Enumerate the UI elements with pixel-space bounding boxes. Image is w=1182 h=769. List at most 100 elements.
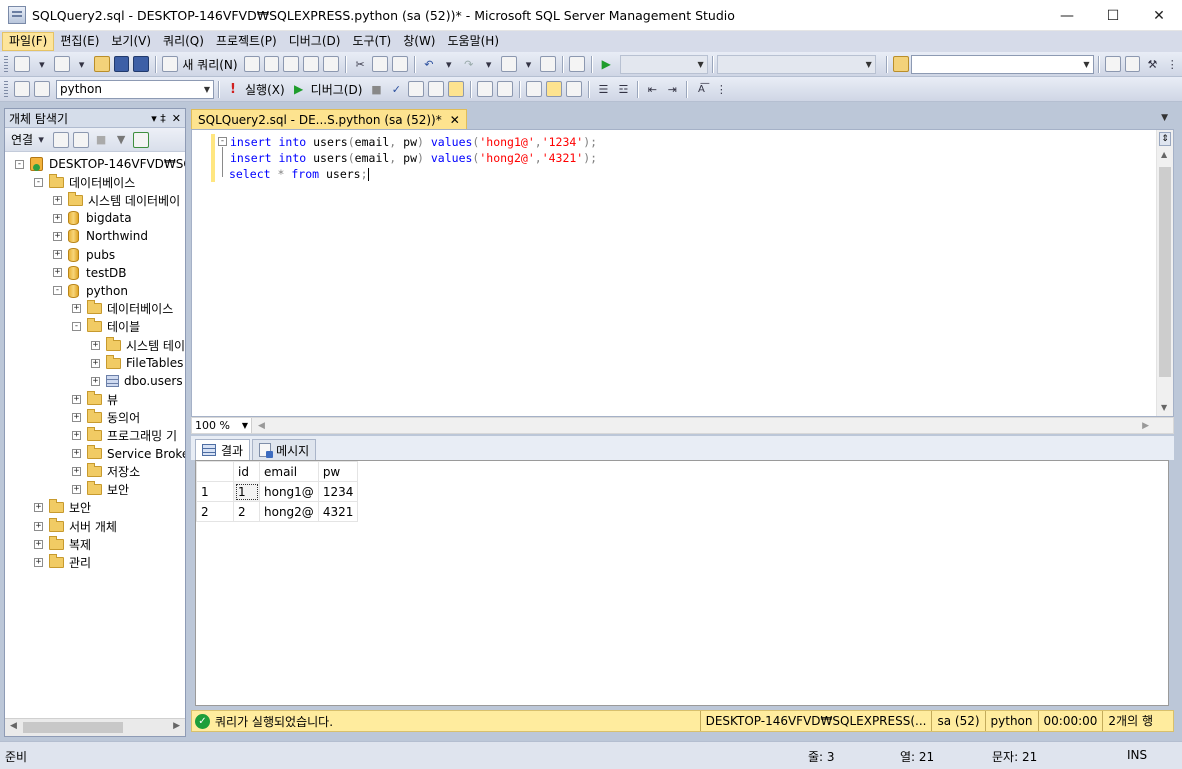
scroll-down-icon[interactable]: ▼ [1161, 403, 1167, 412]
navigate-forward-icon[interactable] [540, 56, 557, 72]
expand-icon[interactable]: + [72, 304, 81, 314]
minimize-button[interactable]: — [1044, 0, 1090, 31]
connect-object-explorer-icon[interactable] [53, 131, 70, 148]
decrease-indent-icon[interactable]: ⇤ [644, 81, 660, 97]
zoom-dropdown[interactable]: 100 % ▼ [192, 418, 252, 433]
column-header-id[interactable]: id [233, 461, 260, 482]
collapse-icon[interactable]: - [15, 159, 24, 169]
tree-node[interactable]: + Service Broker [72, 445, 185, 463]
expand-icon[interactable]: + [34, 539, 43, 549]
cell-id[interactable]: 2 [233, 501, 260, 522]
results-to-text-icon[interactable] [526, 81, 543, 97]
tree-node[interactable]: + 복제 [34, 535, 91, 553]
expand-icon[interactable]: + [72, 394, 81, 404]
close-button[interactable]: ✕ [1136, 0, 1182, 31]
solution-platform-dropdown[interactable]: ▼ [716, 54, 876, 74]
toolbar-grip[interactable] [4, 55, 8, 73]
tab-results[interactable]: 결과 [195, 439, 251, 460]
find-combo[interactable]: ▼ [910, 54, 1094, 74]
chevron-down-icon[interactable]: ▾ [521, 56, 537, 72]
activity-monitor-icon[interactable] [569, 56, 586, 72]
scroll-left-icon[interactable]: ◀ [10, 721, 17, 731]
expand-icon[interactable]: + [53, 250, 62, 259]
menu-debug[interactable]: 디버그(D) [283, 32, 347, 51]
object-explorer-icon[interactable] [1124, 56, 1141, 72]
cut-icon[interactable]: ✂ [352, 56, 368, 72]
toolbar-options-icon[interactable]: ⋮ [1164, 56, 1180, 72]
tree-node[interactable]: + 데이터베이스 [72, 300, 173, 318]
results-to-grid-icon[interactable] [546, 81, 563, 97]
scrollbar-thumb[interactable] [23, 722, 123, 733]
row-number[interactable]: 1 [196, 481, 234, 502]
chevron-down-icon[interactable]: ▾ [481, 56, 497, 72]
tab-sqlquery2[interactable]: SQLQuery2.sql - DE...S.python (sa (52))*… [191, 109, 467, 129]
expand-icon[interactable]: + [91, 340, 100, 350]
expand-icon[interactable]: + [72, 449, 81, 459]
change-connection-icon[interactable] [34, 81, 50, 97]
tree-node[interactable]: - 데이터베이스 [34, 173, 135, 191]
connect-icon[interactable] [14, 81, 30, 97]
menu-file[interactable]: 파일(F) [2, 32, 55, 51]
redo-icon[interactable]: ↷ [461, 56, 477, 72]
tree-node[interactable]: + 보안 [34, 499, 91, 517]
solution-config-dropdown[interactable]: ▼ [620, 54, 708, 74]
database-engine-query-icon[interactable] [243, 56, 260, 72]
tree-node[interactable]: + bigdata [53, 209, 132, 227]
results-grid[interactable]: id email pw 1 1 hong1@ 1234 2 2 hong2@ 4… [195, 460, 1169, 706]
maximize-button[interactable]: ☐ [1090, 0, 1136, 31]
expand-icon[interactable]: + [53, 213, 62, 223]
menu-window[interactable]: 창(W) [397, 32, 441, 51]
tree-node[interactable]: + 보안 [72, 481, 129, 499]
add-item-icon[interactable] [53, 56, 70, 72]
scrollbar-thumb[interactable] [1159, 167, 1171, 377]
debug-button[interactable]: 디버그(D) [311, 81, 363, 98]
expand-icon[interactable]: + [91, 358, 100, 368]
chevron-down-icon[interactable]: ▾ [441, 56, 457, 72]
menu-help[interactable]: 도움말(H) [442, 32, 506, 51]
new-query-button[interactable]: 새 쿼리(N) [182, 56, 237, 73]
tree-node[interactable]: - python [53, 282, 128, 300]
xmla-query-icon[interactable] [303, 56, 320, 72]
object-explorer-hscrollbar[interactable]: ◀ ▶ [5, 718, 185, 736]
query-designer-icon[interactable] [428, 81, 445, 97]
tree-node[interactable]: + dbo.users [91, 372, 183, 390]
increase-indent-icon[interactable]: ⇥ [664, 81, 680, 97]
chevron-down-icon[interactable]: ▾ [74, 56, 90, 72]
mdx-query-icon[interactable] [263, 56, 280, 72]
expand-icon[interactable]: + [72, 467, 81, 477]
expand-icon[interactable]: + [53, 268, 62, 278]
expand-icon[interactable]: + [53, 231, 62, 241]
column-header-pw[interactable]: pw [317, 461, 359, 482]
new-project-icon[interactable] [13, 56, 30, 72]
tree-node[interactable]: + 뷰 [72, 390, 118, 408]
menu-view[interactable]: 보기(V) [105, 32, 157, 51]
menu-edit[interactable]: 편집(E) [54, 32, 105, 51]
toolbar-options-icon[interactable]: ⋮ [713, 81, 729, 97]
chevron-down-icon[interactable]: ▾ [34, 56, 50, 72]
menu-query[interactable]: 쿼리(Q) [157, 32, 210, 51]
navigate-backward-icon[interactable] [500, 56, 517, 72]
save-icon[interactable] [113, 56, 130, 72]
cell-pw[interactable]: 4321 [317, 501, 359, 522]
tools-icon[interactable]: ⚒ [1144, 56, 1160, 72]
registered-servers-icon[interactable] [1104, 56, 1121, 72]
expand-icon[interactable]: + [72, 485, 81, 495]
scroll-right-icon[interactable]: ▶ [173, 721, 180, 731]
scroll-right-icon[interactable]: ▶ [1142, 421, 1149, 431]
splitter-icon[interactable]: ⇕ [1159, 132, 1171, 146]
expand-icon[interactable]: + [34, 521, 43, 531]
tree-node[interactable]: + FileTables [91, 354, 183, 372]
tree-node[interactable]: + testDB [53, 264, 127, 282]
start-icon[interactable]: ▶ [598, 56, 614, 72]
filter-icon[interactable]: ▼ [113, 132, 129, 148]
sql-editor[interactable]: - insert into users(email, pw) values('h… [191, 129, 1174, 417]
collapse-icon[interactable]: - [53, 286, 62, 296]
fold-toggle-icon[interactable]: - [218, 137, 227, 146]
uncomment-icon[interactable]: ☲ [615, 81, 631, 97]
tree-node[interactable]: - 테이블 [72, 318, 140, 336]
row-number[interactable]: 2 [196, 501, 234, 522]
disconnect-icon[interactable] [73, 131, 90, 148]
editor-vscrollbar[interactable]: ⇕ ▲ ▼ [1156, 130, 1173, 416]
cell-email[interactable]: hong1@ [259, 481, 319, 502]
expand-icon[interactable]: + [72, 431, 81, 440]
